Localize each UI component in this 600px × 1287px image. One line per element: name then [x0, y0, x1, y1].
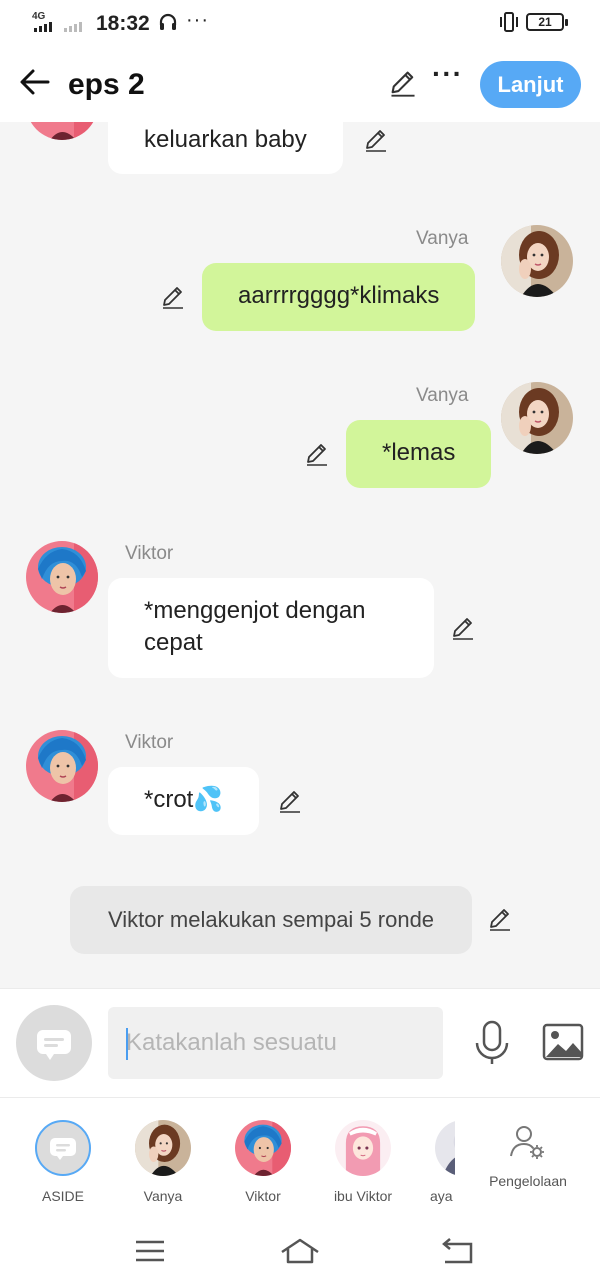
- avatar: [335, 1120, 391, 1176]
- narration-bubble[interactable]: Viktor melakukan sempai 5 ronde: [70, 886, 472, 954]
- character-label: Vanya: [143, 1188, 183, 1204]
- message-bubble[interactable]: keluarkan baby: [108, 122, 343, 174]
- character-selector: ASIDE Vanya Viktor ibu Viktor aya Pengel…: [0, 1098, 600, 1216]
- continue-button[interactable]: Lanjut: [480, 61, 581, 108]
- microphone-icon[interactable]: [472, 1019, 512, 1067]
- back-arrow-icon[interactable]: [18, 65, 52, 99]
- avatar-vanya[interactable]: [501, 225, 573, 297]
- edit-message-pencil-icon[interactable]: [277, 788, 303, 814]
- edit-message-pencil-icon[interactable]: [363, 127, 389, 153]
- avatar-vanya[interactable]: [501, 382, 573, 454]
- aside-toggle-button[interactable]: [16, 1005, 92, 1081]
- home-icon[interactable]: [280, 1236, 320, 1266]
- back-icon[interactable]: [437, 1236, 477, 1266]
- character-label: aya: [430, 1188, 453, 1204]
- avatar: [235, 1120, 291, 1176]
- character-vanya[interactable]: Vanya: [118, 1120, 208, 1204]
- signal-secondary-icon: [64, 22, 82, 32]
- menu-icon[interactable]: [130, 1236, 170, 1266]
- more-notifications-icon: ···: [186, 9, 209, 31]
- sender-name: Vanya: [416, 228, 469, 249]
- more-dots-icon[interactable]: ···: [432, 58, 463, 90]
- message-bubble-own[interactable]: aarrrrgggg*klimaks: [202, 263, 476, 331]
- character-aside[interactable]: ASIDE: [18, 1120, 108, 1204]
- character-label: ibu Viktor: [333, 1188, 393, 1204]
- chat-icon: [37, 1030, 71, 1060]
- chat-area[interactable]: keluarkan baby Vanya aarrrrgggg*klimaks …: [0, 122, 600, 988]
- avatar-viktor[interactable]: [26, 541, 98, 613]
- character-viktor[interactable]: Viktor: [218, 1120, 308, 1204]
- aside-avatar: [35, 1120, 91, 1176]
- edit-message-pencil-icon[interactable]: [450, 615, 476, 641]
- message-bubble[interactable]: *crot💦: [108, 767, 260, 835]
- text-caret: [126, 1028, 128, 1060]
- sender-name: Vanya: [416, 385, 469, 406]
- avatar: [435, 1120, 455, 1176]
- vibrate-icon: [500, 12, 518, 32]
- status-bar: 4G 18:32 ··· 21: [0, 0, 600, 48]
- avatar-viktor[interactable]: [26, 730, 98, 802]
- top-app-bar: eps 2 ··· Lanjut: [0, 48, 600, 122]
- edit-message-pencil-icon[interactable]: [304, 441, 330, 467]
- sender-name: Viktor: [125, 732, 174, 753]
- person-gear-icon: [510, 1126, 544, 1159]
- edit-pencil-icon[interactable]: [388, 68, 418, 98]
- image-icon[interactable]: [542, 1023, 584, 1061]
- character-label: Viktor: [245, 1188, 281, 1204]
- message-bubble[interactable]: *menggenjot dengan cepat: [108, 578, 434, 678]
- edit-narration-pencil-icon[interactable]: [487, 906, 513, 932]
- system-nav-bar: [0, 1216, 600, 1287]
- manage-label: Pengelolaan: [489, 1173, 567, 1189]
- battery-icon: 21: [526, 13, 568, 31]
- avatar: [135, 1120, 191, 1176]
- headphones-icon: [159, 13, 177, 30]
- chat-icon: [50, 1138, 76, 1160]
- clock: 18:32: [96, 12, 150, 35]
- avatar-viktor[interactable]: [26, 122, 98, 140]
- network-type: 4G: [32, 11, 46, 22]
- signal-icon: [34, 22, 52, 32]
- edit-message-pencil-icon[interactable]: [160, 284, 186, 310]
- character-ibu-viktor[interactable]: ibu Viktor: [318, 1120, 408, 1204]
- composer-bar: [0, 988, 600, 1098]
- sender-name: Viktor: [125, 543, 174, 564]
- message-bubble-own[interactable]: *lemas: [346, 420, 492, 488]
- page-title: eps 2: [68, 68, 145, 101]
- manage-characters-button[interactable]: Pengelolaan: [478, 1122, 578, 1189]
- message-input[interactable]: [108, 1007, 443, 1079]
- character-aya[interactable]: aya: [397, 1120, 455, 1204]
- character-label: ASIDE: [41, 1188, 84, 1204]
